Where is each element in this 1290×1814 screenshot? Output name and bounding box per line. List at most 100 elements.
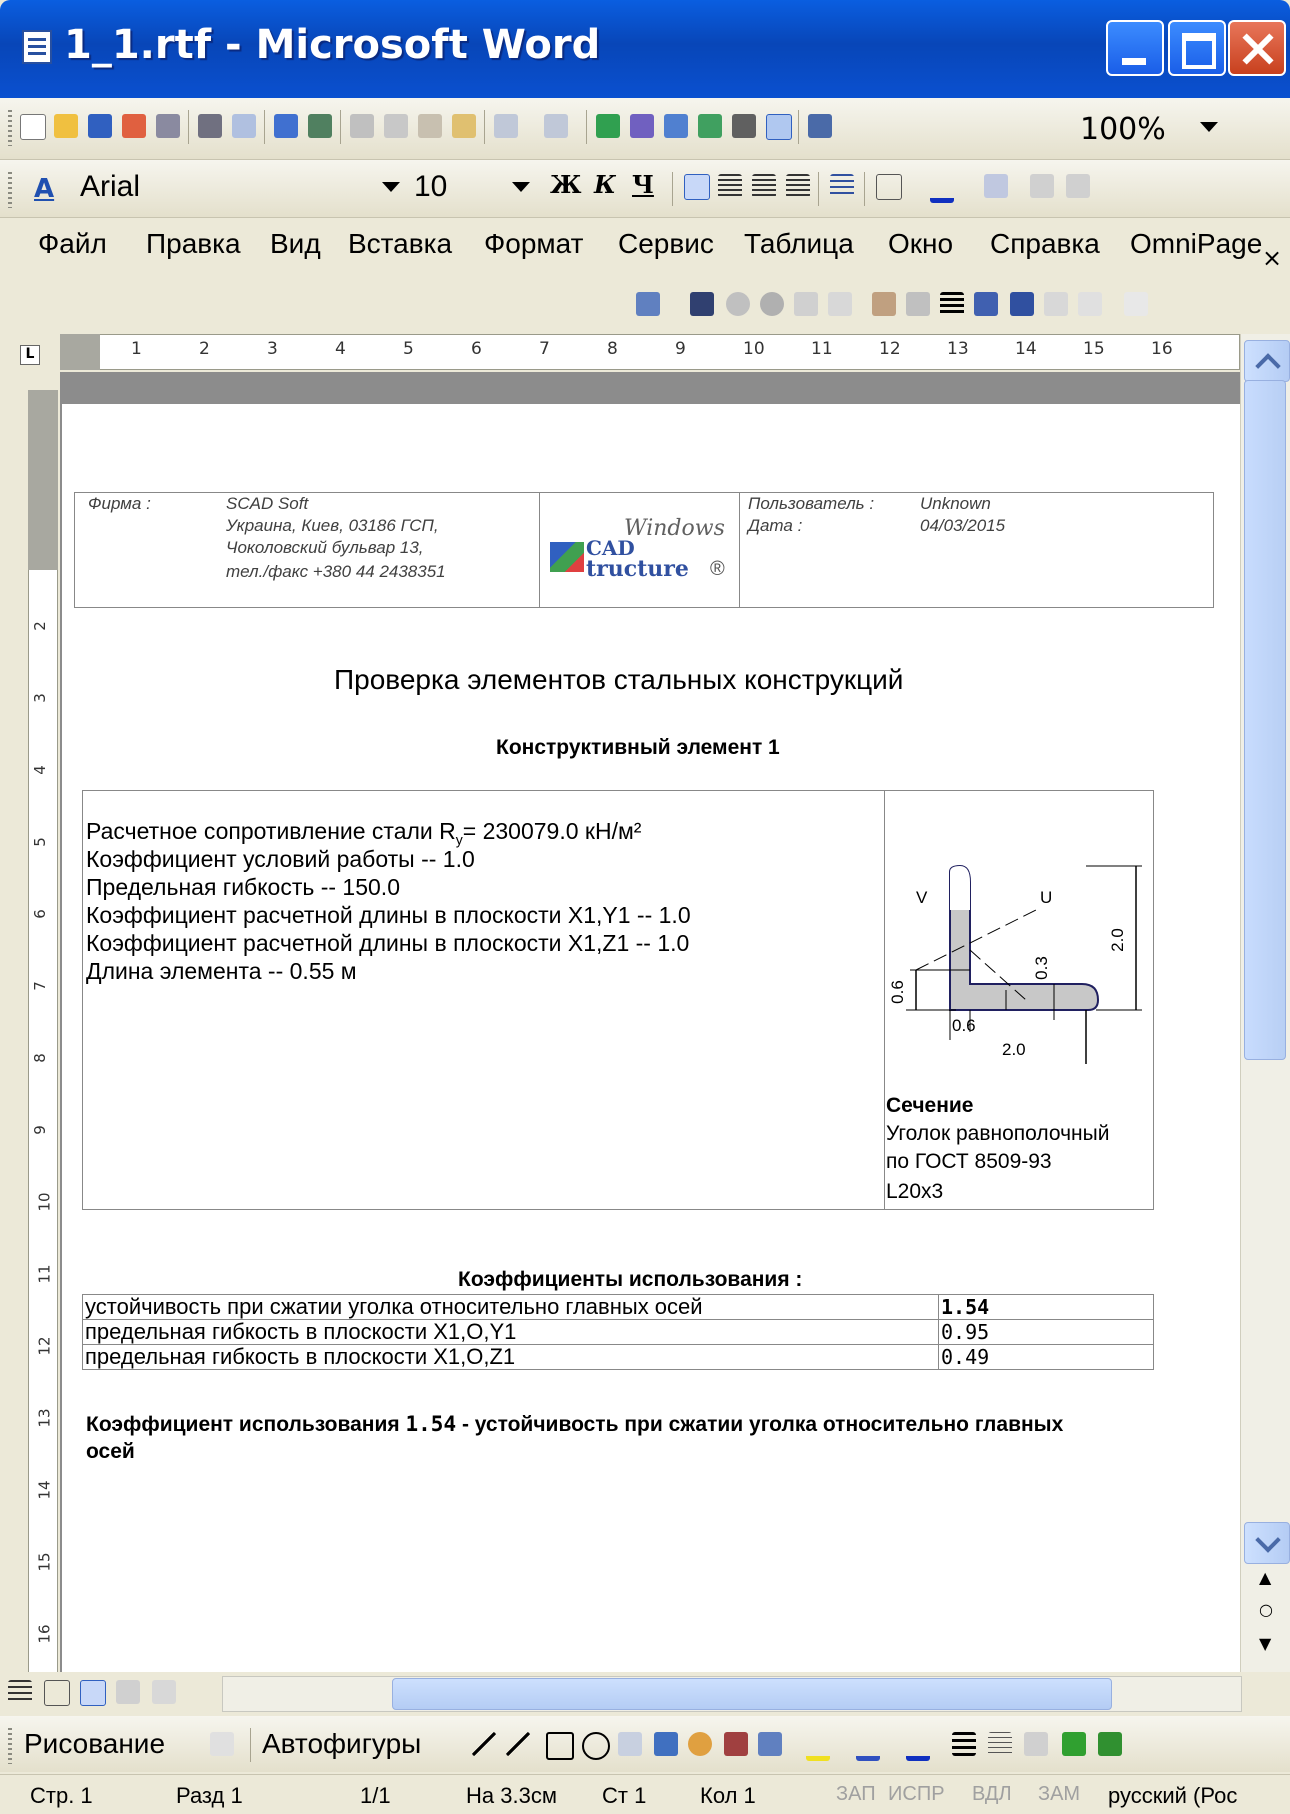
font-size-select[interactable]: 10 (414, 170, 494, 206)
research-icon[interactable] (308, 114, 332, 138)
set-transparent-icon[interactable] (1078, 292, 1102, 316)
menu-format[interactable]: Формат (484, 228, 583, 260)
arrow-style-icon[interactable] (1024, 1732, 1048, 1756)
copy-icon[interactable] (384, 114, 408, 138)
open-folder-icon[interactable] (54, 114, 78, 138)
font-name-select[interactable]: Arial (80, 170, 430, 206)
character-spacing-icon[interactable] (984, 174, 1008, 198)
print-preview-icon[interactable] (232, 114, 256, 138)
diagram-icon[interactable] (688, 1732, 712, 1756)
minimize-button[interactable] (1106, 20, 1164, 76)
format-painter-icon[interactable] (452, 114, 476, 138)
insert-table-icon[interactable] (664, 114, 688, 138)
font-dropdown-arrow-icon[interactable] (382, 182, 400, 192)
document-map-icon[interactable] (808, 114, 832, 138)
underline-button[interactable]: Ч (632, 170, 654, 199)
line-color-icon[interactable] (856, 1732, 880, 1761)
email-icon[interactable] (156, 114, 180, 138)
autoshapes-menu[interactable]: Автофигуры (262, 1728, 421, 1760)
color-icon[interactable] (690, 292, 714, 316)
bold-button[interactable]: Ж (550, 170, 582, 199)
menu-help[interactable]: Справка (990, 228, 1100, 260)
cut-icon[interactable] (350, 114, 374, 138)
undo-icon[interactable] (494, 114, 518, 138)
line-style-icon[interactable] (952, 1732, 976, 1756)
toolbar-grip[interactable] (8, 1728, 12, 1764)
previous-page-icon[interactable]: ▲ (1259, 1568, 1271, 1587)
rectangle-icon[interactable] (546, 1732, 574, 1760)
status-extend[interactable]: ВДЛ (972, 1783, 1012, 1806)
clip-art-icon[interactable] (724, 1732, 748, 1756)
web-layout-icon[interactable] (44, 1680, 70, 1706)
superscript-icon[interactable] (1030, 174, 1054, 198)
tables-borders-icon[interactable] (630, 114, 654, 138)
horizontal-ruler[interactable]: 1 2 3 4 5 6 7 8 9 10 11 12 13 14 15 16 (60, 334, 1240, 370)
more-brightness-icon[interactable] (794, 292, 818, 316)
align-right-icon[interactable] (752, 174, 776, 198)
status-track-changes[interactable]: ИСПР (888, 1783, 945, 1806)
menu-omnipage[interactable]: OmniPage (1130, 228, 1262, 260)
bullets-icon[interactable] (830, 174, 854, 198)
zoom-dropdown-arrow-icon[interactable] (1200, 122, 1218, 132)
format-picture-icon[interactable] (1044, 292, 1068, 316)
3d-style-icon[interactable] (1098, 1732, 1122, 1756)
permission-icon[interactable] (122, 114, 146, 138)
arrow-icon[interactable] (506, 1732, 530, 1756)
print-icon[interactable] (198, 114, 222, 138)
menu-insert[interactable]: Вставка (348, 228, 452, 260)
normal-view-icon[interactable] (8, 1680, 32, 1704)
font-color-icon[interactable] (930, 174, 954, 203)
fill-color-icon[interactable] (806, 1732, 830, 1761)
select-browse-object-icon[interactable]: ○ (1259, 1600, 1273, 1619)
hyperlink-icon[interactable] (596, 114, 620, 138)
crop-icon[interactable] (872, 292, 896, 316)
vertical-scroll-thumb[interactable] (1244, 380, 1286, 1060)
status-record[interactable]: ЗАП (836, 1783, 876, 1806)
vertical-ruler[interactable]: 2112345678910111213141516 (28, 390, 58, 1680)
subscript-icon[interactable] (1066, 174, 1090, 198)
line-style-icon[interactable] (940, 292, 964, 316)
styles-icon[interactable]: A (34, 174, 54, 204)
reading-layout-icon[interactable] (152, 1680, 176, 1704)
justify-icon[interactable] (786, 174, 810, 198)
drawing-menu[interactable]: Рисование (24, 1728, 165, 1760)
drawing-icon[interactable] (766, 114, 792, 140)
redo-icon[interactable] (544, 114, 568, 138)
word-document-icon[interactable] (22, 30, 52, 64)
less-contrast-icon[interactable] (760, 292, 784, 316)
borders-icon[interactable] (876, 174, 902, 200)
columns-icon[interactable] (732, 114, 756, 138)
align-left-icon[interactable] (684, 174, 710, 200)
insert-excel-icon[interactable] (698, 114, 722, 138)
outline-view-icon[interactable] (116, 1680, 140, 1704)
menu-table[interactable]: Таблица (744, 228, 854, 260)
menu-tools[interactable]: Сервис (618, 228, 714, 260)
menu-edit[interactable]: Правка (146, 228, 241, 260)
zoom-select[interactable]: 100% (1080, 112, 1220, 147)
shadow-style-icon[interactable] (1062, 1732, 1086, 1756)
horizontal-scroll-thumb[interactable] (392, 1678, 1112, 1710)
oval-icon[interactable] (582, 1732, 610, 1760)
compress-picture-icon[interactable] (974, 292, 998, 316)
reset-picture-icon[interactable] (1124, 292, 1148, 316)
text-box-icon[interactable] (618, 1732, 642, 1756)
rotate-icon[interactable] (906, 292, 930, 316)
spelling-icon[interactable] (274, 114, 298, 138)
text-wrapping-icon[interactable] (1010, 292, 1034, 316)
menu-view[interactable]: Вид (270, 228, 321, 260)
italic-button[interactable]: К (594, 170, 616, 199)
new-document-icon[interactable] (20, 114, 46, 140)
font-color-icon[interactable] (906, 1732, 930, 1761)
less-brightness-icon[interactable] (828, 292, 852, 316)
status-overtype[interactable]: ЗАМ (1038, 1783, 1080, 1806)
align-center-icon[interactable] (718, 174, 742, 198)
paste-icon[interactable] (418, 114, 442, 138)
maximize-button[interactable] (1168, 20, 1226, 76)
scroll-up-button[interactable] (1244, 340, 1290, 382)
select-objects-icon[interactable] (210, 1732, 234, 1756)
line-icon[interactable] (472, 1732, 496, 1756)
dash-style-icon[interactable] (988, 1732, 1012, 1756)
print-layout-icon[interactable] (80, 1680, 106, 1706)
toolbar-grip[interactable] (8, 172, 12, 208)
more-contrast-icon[interactable] (726, 292, 750, 316)
